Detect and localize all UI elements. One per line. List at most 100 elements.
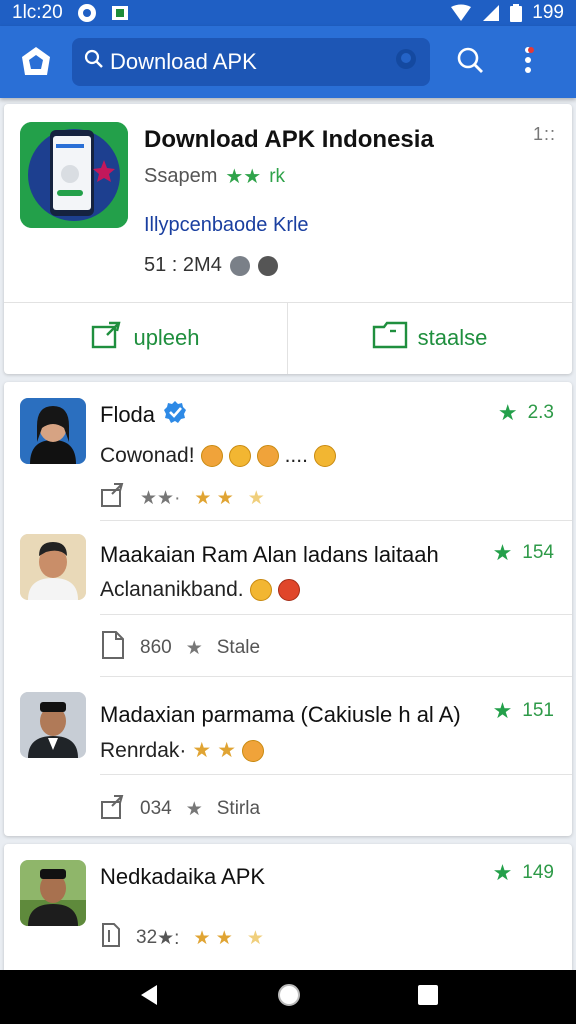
store-button[interactable]: staalse [288,302,571,374]
review-star-light: ★ [246,927,264,949]
review-author: Floda [100,400,187,430]
document-icon[interactable] [100,630,126,666]
author-name: Floda [100,402,156,427]
app-card[interactable]: Download APK Indonesia 1:: Ssapem ★★ rk … [4,104,572,374]
reviews-card: Floda ★ 2.3 Cowonad! .... ★★· ★ ★ ★ Maak… [4,382,572,836]
star-icon: ★ [492,698,513,723]
more-options-icon[interactable]: 1:: [533,124,556,145]
store-label: staalse [417,325,488,350]
review-count-suffix: ★: [157,927,180,949]
review-star-light: ★ [247,487,265,509]
back-icon[interactable] [137,983,161,1012]
status-time: 1lc:20 [12,2,63,23]
review-author: Maakaian Ram Alan ladans laitaah [100,542,439,568]
folder-icon [372,321,408,355]
app-title: Download APK Indonesia [144,126,434,153]
share-icon[interactable] [100,482,126,514]
divider [100,774,572,775]
app-category[interactable]: Illypcenbaode Krle [144,214,309,237]
review-count: 034 [140,798,172,819]
search-field-icon [84,49,104,75]
rating-stars: ★★ [225,166,262,188]
review-text: Cowonad! [100,444,195,467]
review-author: Madaxian parmama (Cakiusle h al A) [100,702,461,728]
review-rating: ★ 2.3 [498,400,554,426]
home-icon[interactable] [276,982,302,1013]
emoji-icon [200,445,223,467]
search-query: Download APK [110,49,257,74]
verified-badge-icon [163,400,187,430]
divider [100,676,572,677]
review-text-row: Aclananikband. [100,578,300,602]
navigation-bar [0,970,576,1024]
battery-icon [510,4,523,22]
rating-value: 151 [522,700,554,721]
share-icon[interactable] [100,792,126,826]
author-name: Nedkadaika APK [100,864,266,889]
review-rating: ★ 149 [493,860,554,886]
emoji-icon [228,445,251,467]
developer-name: Ssapem [144,165,218,187]
review-actions: ★★· ★ ★ ★ [100,482,265,514]
review-label: Stirla [216,798,261,819]
divider [100,520,572,521]
review-text: Aclananikband. [100,578,244,601]
wifi-icon [450,4,472,22]
star-icon: ★ [217,739,237,762]
avatar[interactable] [20,534,86,600]
star-icon: ★ [185,637,203,659]
review-author: Nedkadaika APK [100,864,265,890]
update-icon [91,321,123,355]
rating-value: 154 [522,542,554,563]
review-label: Stale [216,637,261,658]
app-meta-row: 51 : 2M4 [144,254,278,277]
device-icon [257,255,278,276]
review-text-ellipsis: .... [284,444,308,467]
search-icon[interactable] [456,46,484,79]
author-name: Maakaian Ram Alan ladans laitaah [100,542,439,567]
review-rating: ★ 154 [493,540,554,566]
star-icon: ★ [492,540,513,565]
update-button[interactable]: upleeh [4,302,287,374]
app-meta-text: 51 : 2M4 [144,254,222,276]
globe-icon [229,255,250,276]
review-rating: ★ 151 [493,698,554,724]
home-logo-icon[interactable] [16,42,56,82]
star-icon: ★ [492,860,513,885]
review-count: 860 [140,637,172,658]
app-developer-row: Ssapem ★★ rk [144,164,285,189]
recents-icon[interactable] [417,984,439,1011]
app-icon[interactable] [20,122,128,228]
mic-icon[interactable] [394,47,418,77]
avatar[interactable] [20,398,86,464]
review-stars-gold: ★ ★ [193,927,233,949]
overflow-menu-icon[interactable] [522,45,534,80]
emoji-icon [313,445,336,467]
document-icon[interactable] [100,922,122,954]
review-actions: 860 ★ Stale [100,630,260,666]
avatar[interactable] [20,692,86,758]
review-text: Renrdak· [100,738,187,762]
avatar[interactable] [20,860,86,926]
emoji-icon [249,579,272,601]
rating-suffix: rk [269,165,286,187]
review-card: Nedkadaika APK ★ 149 32 ★: ★ ★ ★ [4,844,572,974]
app-bar: Download APK [0,26,576,98]
review-stars-grey: ★★· [140,487,181,509]
rating-value: 149 [522,862,554,883]
emoji-icon [242,739,265,762]
review-actions: 32 ★: ★ ★ ★ [100,922,264,954]
search-input[interactable]: Download APK [72,38,430,86]
divider [100,614,572,615]
status-bar: 1lc:20 199 [0,0,576,26]
emoji-icon [277,579,300,601]
update-label: upleeh [133,325,200,350]
review-count: 32 [136,926,158,948]
author-name: Madaxian parmama (Cakiusle h al A) [100,702,461,727]
star-icon: ★ [497,400,518,425]
app-notification-icon [111,4,129,22]
review-text-row: Renrdak· ★ ★ [100,738,265,763]
battery-level: 199 [532,2,564,23]
review-stars-gold: ★ ★ [194,487,234,509]
rating-value: 2.3 [527,402,554,423]
